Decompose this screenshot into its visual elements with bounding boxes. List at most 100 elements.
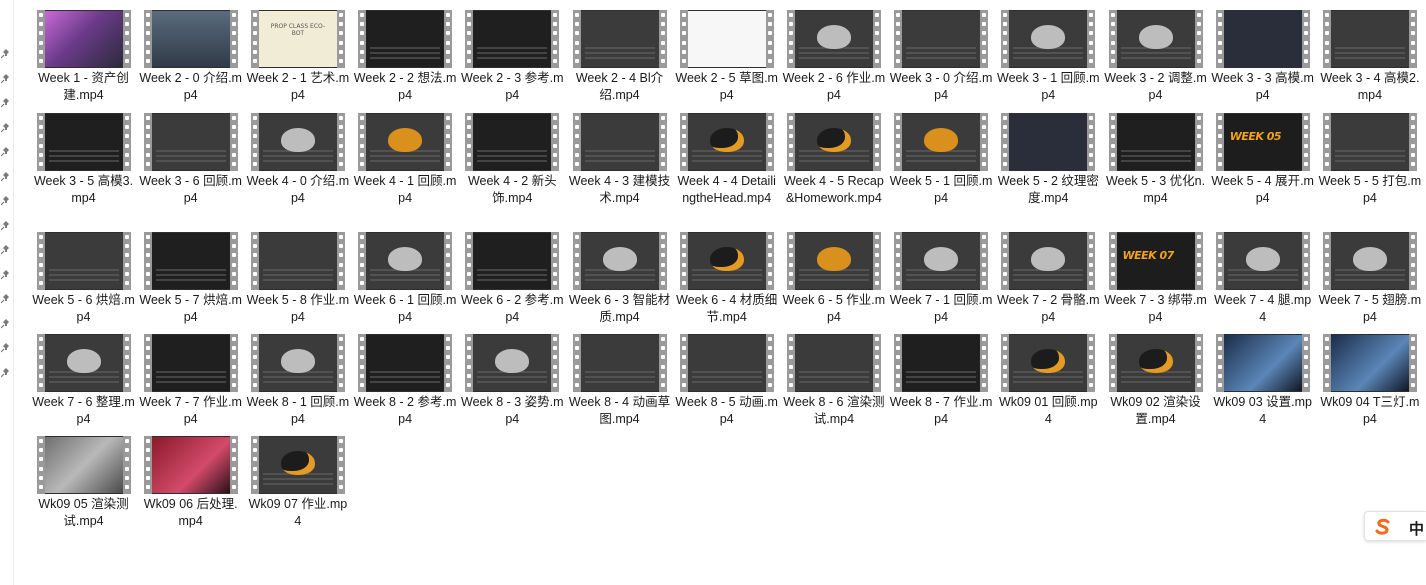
file-name-label[interactable]: Wk09 04 T三灯.mp4 — [1316, 394, 1423, 428]
video-file-item[interactable]: Week 8 - 6 渲染测试.mp4 — [780, 334, 887, 428]
video-thumbnail[interactable] — [1108, 10, 1203, 68]
video-file-item[interactable]: Week 3 - 2 调整.mp4 — [1102, 10, 1209, 104]
file-name-label[interactable]: Week 7 - 3 绑带.mp4 — [1102, 292, 1209, 326]
video-file-item[interactable]: Week 6 - 5 作业.mp4 — [780, 232, 887, 326]
video-thumbnail[interactable] — [465, 113, 560, 171]
file-name-label[interactable]: Week 3 - 0 介绍.mp4 — [888, 70, 995, 104]
file-name-label[interactable]: Week 2 - 1 艺术.mp4 — [244, 70, 351, 104]
file-name-label[interactable]: Week 5 - 3 优化n.mp4 — [1102, 173, 1209, 207]
video-thumbnail[interactable] — [1215, 10, 1310, 68]
video-thumbnail[interactable] — [358, 232, 453, 290]
file-name-label[interactable]: Week 5 - 7 烘焙.mp4 — [137, 292, 244, 326]
file-name-label[interactable]: Week 5 - 2 纹理密度.mp4 — [995, 173, 1102, 207]
video-thumbnail[interactable] — [250, 334, 345, 392]
video-thumbnail[interactable] — [36, 10, 131, 68]
file-name-label[interactable]: Week 6 - 3 智能材质.mp4 — [566, 292, 673, 326]
video-file-item[interactable]: Wk09 03 设置.mp4 — [1209, 334, 1316, 428]
file-name-label[interactable]: Week 1 - 资产创建.mp4 — [30, 70, 137, 104]
file-name-label[interactable]: Week 6 - 2 参考.mp4 — [459, 292, 566, 326]
video-file-item[interactable]: Week 6 - 2 参考.mp4 — [459, 232, 566, 326]
file-name-label[interactable]: Week 7 - 5 翅膀.mp4 — [1316, 292, 1423, 326]
video-thumbnail[interactable] — [1322, 232, 1417, 290]
file-name-label[interactable]: Week 6 - 4 材质细节.mp4 — [673, 292, 780, 326]
video-file-item[interactable]: Week 2 - 0 介绍.mp4 — [137, 10, 244, 104]
file-name-label[interactable]: Week 4 - 3 建模技术.mp4 — [566, 173, 673, 207]
video-thumbnail[interactable] — [1215, 334, 1310, 392]
video-thumbnail[interactable] — [1322, 10, 1417, 68]
video-file-item[interactable]: PROP CLASS ECO-BOT Week 2 - 1 艺术.mp4 — [244, 10, 351, 104]
video-thumbnail[interactable] — [143, 113, 238, 171]
video-file-item[interactable]: Week 8 - 2 参考.mp4 — [352, 334, 459, 428]
video-thumbnail[interactable] — [786, 113, 881, 171]
file-name-label[interactable]: Week 5 - 8 作业.mp4 — [244, 292, 351, 326]
video-thumbnail[interactable]: PROP CLASS ECO-BOT — [250, 10, 345, 68]
video-thumbnail[interactable] — [894, 113, 989, 171]
file-name-label[interactable]: Wk09 02 渲染设置.mp4 — [1102, 394, 1209, 428]
video-thumbnail[interactable] — [679, 10, 774, 68]
file-name-label[interactable]: Wk09 07 作业.mp4 — [244, 496, 351, 530]
file-name-label[interactable]: Wk09 01 回顾.mp4 — [995, 394, 1102, 428]
video-file-item[interactable]: Week 4 - 0 介绍.mp4 — [244, 113, 351, 207]
video-file-item[interactable]: Wk09 01 回顾.mp4 — [995, 334, 1102, 428]
video-file-item[interactable]: Week 8 - 4 动画草图.mp4 — [566, 334, 673, 428]
file-name-label[interactable]: Week 7 - 7 作业.mp4 — [137, 394, 244, 428]
file-name-label[interactable]: Week 2 - 2 想法.mp4 — [352, 70, 459, 104]
video-thumbnail[interactable] — [894, 334, 989, 392]
video-file-item[interactable]: Week 4 - 3 建模技术.mp4 — [566, 113, 673, 207]
video-file-item[interactable]: Week 5 - 6 烘焙.mp4 — [30, 232, 137, 326]
video-file-item[interactable]: Week 5 - 2 纹理密度.mp4 — [995, 113, 1102, 207]
file-name-label[interactable]: Week 8 - 2 参考.mp4 — [352, 394, 459, 428]
video-file-item[interactable]: Week 5 - 8 作业.mp4 — [244, 232, 351, 326]
file-name-label[interactable]: Wk09 05 渲染测试.mp4 — [30, 496, 137, 530]
video-thumbnail[interactable] — [143, 436, 238, 494]
video-thumbnail[interactable] — [143, 334, 238, 392]
video-file-item[interactable]: Wk09 06 后处理.mp4 — [137, 436, 244, 530]
video-thumbnail[interactable] — [143, 10, 238, 68]
video-thumbnail[interactable] — [143, 232, 238, 290]
video-file-item[interactable]: Week 2 - 2 想法.mp4 — [352, 10, 459, 104]
file-name-label[interactable]: Week 5 - 4 展开.mp4 — [1209, 173, 1316, 207]
video-file-item[interactable]: Week 2 - 5 草图.mp4 — [673, 10, 780, 104]
video-thumbnail[interactable] — [1322, 113, 1417, 171]
video-file-item[interactable]: Week 3 - 3 高模.mp4 — [1209, 10, 1316, 104]
file-name-label[interactable]: Week 3 - 4 高模2.mp4 — [1316, 70, 1423, 104]
video-thumbnail[interactable] — [572, 232, 667, 290]
file-name-label[interactable]: Wk09 03 设置.mp4 — [1209, 394, 1316, 428]
video-file-item[interactable]: Week 2 - 6 作业.mp4 — [780, 10, 887, 104]
video-thumbnail[interactable] — [250, 232, 345, 290]
video-file-item[interactable]: Week 6 - 1 回顾.mp4 — [352, 232, 459, 326]
video-thumbnail[interactable] — [679, 232, 774, 290]
file-name-label[interactable]: Week 3 - 5 高模3.mp4 — [30, 173, 137, 207]
video-thumbnail[interactable] — [358, 334, 453, 392]
video-thumbnail[interactable] — [465, 334, 560, 392]
file-name-label[interactable]: Week 2 - 5 草图.mp4 — [673, 70, 780, 104]
sogou-s-icon[interactable] — [1373, 517, 1393, 537]
file-name-label[interactable]: Week 8 - 1 回顾.mp4 — [244, 394, 351, 428]
video-file-item[interactable]: Week 1 - 资产创建.mp4 — [30, 10, 137, 104]
ime-language-indicator[interactable]: 中 — [1409, 518, 1424, 539]
video-thumbnail[interactable] — [572, 113, 667, 171]
video-thumbnail[interactable]: WEEK 05 — [1215, 113, 1310, 171]
file-name-label[interactable]: Week 7 - 4 腿.mp4 — [1209, 292, 1316, 326]
video-file-item[interactable]: Week 7 - 7 作业.mp4 — [137, 334, 244, 428]
file-name-label[interactable]: Week 7 - 1 回顾.mp4 — [888, 292, 995, 326]
video-file-item[interactable]: Week 5 - 1 回顾.mp4 — [888, 113, 995, 207]
video-thumbnail[interactable] — [36, 436, 131, 494]
video-thumbnail[interactable] — [1215, 232, 1310, 290]
video-file-item[interactable]: Week 3 - 6 回顾.mp4 — [137, 113, 244, 207]
video-thumbnail[interactable] — [679, 334, 774, 392]
file-name-label[interactable]: Week 5 - 1 回顾.mp4 — [888, 173, 995, 207]
video-thumbnail[interactable] — [358, 113, 453, 171]
video-file-item[interactable]: Week 8 - 1 回顾.mp4 — [244, 334, 351, 428]
video-file-item[interactable]: WEEK 05 Week 5 - 4 展开.mp4 — [1209, 113, 1316, 207]
video-file-item[interactable]: Week 5 - 3 优化n.mp4 — [1102, 113, 1209, 207]
video-thumbnail[interactable] — [36, 232, 131, 290]
file-name-label[interactable]: Week 4 - 0 介绍.mp4 — [244, 173, 351, 207]
file-name-label[interactable]: Week 8 - 5 动画.mp4 — [673, 394, 780, 428]
video-thumbnail[interactable] — [1001, 232, 1096, 290]
video-file-item[interactable]: Week 7 - 5 翅膀.mp4 — [1316, 232, 1423, 326]
video-file-item[interactable]: Wk09 05 渲染测试.mp4 — [30, 436, 137, 530]
video-thumbnail[interactable] — [358, 10, 453, 68]
video-thumbnail[interactable] — [1108, 113, 1203, 171]
file-name-label[interactable]: Week 2 - 4 Bl介绍.mp4 — [566, 70, 673, 104]
